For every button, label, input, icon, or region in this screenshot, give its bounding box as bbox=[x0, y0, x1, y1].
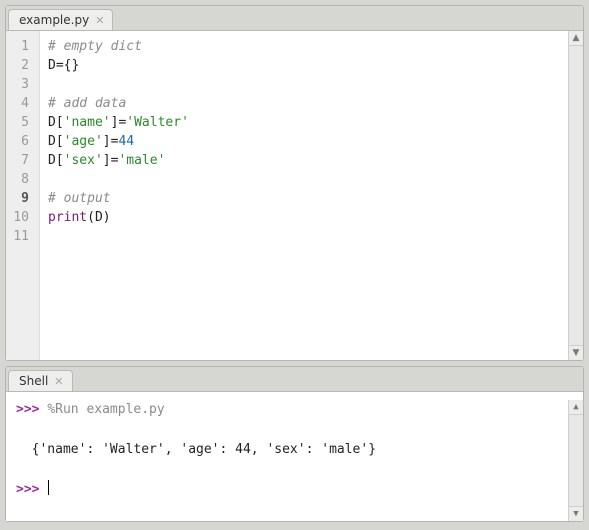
shell-prompt: >>> bbox=[16, 482, 39, 497]
line-number: 9 bbox=[6, 189, 33, 208]
line-number: 3 bbox=[6, 75, 33, 94]
editor-tab-bar: example.py ✕ bbox=[6, 6, 583, 30]
line-number: 6 bbox=[6, 132, 33, 151]
line-number: 2 bbox=[6, 56, 33, 75]
shell-tab[interactable]: Shell ✕ bbox=[8, 370, 73, 391]
text-cursor bbox=[48, 480, 49, 495]
editor-panel: example.py ✕ 1 2 3 4 5 6 7 8 9 10 11 # e… bbox=[5, 5, 584, 361]
code-area[interactable]: # empty dict D={} # add data D['name']='… bbox=[40, 31, 568, 360]
shell-body[interactable]: >>> %Run example.py {'name': 'Walter', '… bbox=[6, 391, 583, 521]
editor-scrollbar[interactable]: ▲ ▼ bbox=[568, 31, 583, 360]
editor-body: 1 2 3 4 5 6 7 8 9 10 11 # empty dict D={… bbox=[6, 30, 583, 360]
editor-tab[interactable]: example.py ✕ bbox=[8, 9, 113, 30]
shell-panel: Shell ✕ >>> %Run example.py {'name': 'Wa… bbox=[5, 366, 584, 522]
line-number: 10 bbox=[6, 208, 33, 227]
shell-tab-label: Shell bbox=[19, 374, 48, 388]
line-number: 7 bbox=[6, 151, 33, 170]
scroll-down-icon[interactable]: ▼ bbox=[569, 506, 583, 521]
scroll-up-icon[interactable]: ▲ bbox=[569, 31, 583, 46]
code-comment: # empty dict bbox=[48, 39, 142, 54]
code-number: 44 bbox=[118, 134, 134, 149]
code-function: print bbox=[48, 210, 87, 225]
line-number: 8 bbox=[6, 170, 33, 189]
editor-tab-label: example.py bbox=[19, 13, 89, 27]
close-icon[interactable]: ✕ bbox=[54, 376, 63, 387]
shell-text: >>> %Run example.py {'name': 'Walter', '… bbox=[16, 400, 568, 521]
line-number: 1 bbox=[6, 37, 33, 56]
code-text: D bbox=[48, 58, 56, 73]
line-number-gutter: 1 2 3 4 5 6 7 8 9 10 11 bbox=[6, 31, 40, 360]
shell-run-cmd: %Run example.py bbox=[47, 402, 164, 417]
shell-prompt: >>> bbox=[16, 402, 39, 417]
scroll-down-icon[interactable]: ▼ bbox=[569, 345, 583, 360]
code-text: D bbox=[48, 153, 56, 168]
shell-output: {'name': 'Walter', 'age': 44, 'sex': 'ma… bbox=[32, 442, 376, 457]
shell-scrollbar[interactable]: ▲ ▼ bbox=[568, 400, 583, 521]
line-number: 5 bbox=[6, 113, 33, 132]
code-comment: # output bbox=[48, 191, 111, 206]
scroll-up-icon[interactable]: ▲ bbox=[569, 400, 583, 415]
code-text: D bbox=[95, 210, 103, 225]
code-string: 'age' bbox=[64, 134, 103, 149]
line-number: 4 bbox=[6, 94, 33, 113]
code-text: ={} bbox=[56, 58, 79, 73]
code-string: 'male' bbox=[118, 153, 165, 168]
code-comment: # add data bbox=[48, 96, 126, 111]
line-number: 11 bbox=[6, 227, 33, 246]
code-text: D bbox=[48, 115, 56, 130]
shell-tab-bar: Shell ✕ bbox=[6, 367, 583, 391]
code-text: D bbox=[48, 134, 56, 149]
code-string: 'Walter' bbox=[126, 115, 189, 130]
code-string: 'sex' bbox=[64, 153, 103, 168]
close-icon[interactable]: ✕ bbox=[95, 15, 104, 26]
code-string: 'name' bbox=[64, 115, 111, 130]
